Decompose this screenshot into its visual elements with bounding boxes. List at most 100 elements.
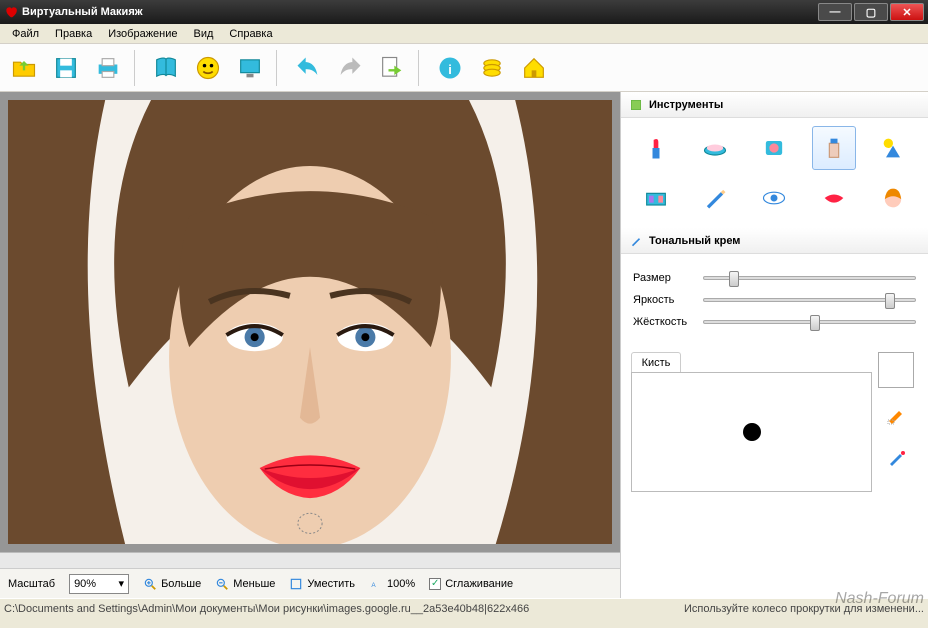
brush-small-icon bbox=[629, 234, 643, 248]
lipstick-tool[interactable] bbox=[634, 126, 678, 170]
menu-image[interactable]: Изображение bbox=[100, 26, 185, 42]
face-photo bbox=[8, 100, 612, 544]
lipstick-icon bbox=[642, 134, 670, 162]
info-icon: i bbox=[436, 54, 464, 82]
blush-icon bbox=[760, 134, 788, 162]
redo-button[interactable] bbox=[330, 48, 370, 88]
eyeshadow-icon bbox=[642, 184, 670, 212]
eyeshadow-tool[interactable] bbox=[634, 176, 678, 220]
book-button[interactable] bbox=[146, 48, 186, 88]
app-heart-icon bbox=[4, 5, 18, 19]
brush-preview[interactable] bbox=[631, 372, 872, 492]
screen-icon bbox=[236, 54, 264, 82]
color-swatch[interactable] bbox=[878, 352, 914, 388]
screen-button[interactable] bbox=[230, 48, 270, 88]
undo-icon bbox=[294, 54, 322, 82]
brightness-slider[interactable] bbox=[703, 298, 916, 302]
print-icon bbox=[94, 54, 122, 82]
brush-panel: Кисть bbox=[621, 346, 928, 598]
save-icon bbox=[52, 54, 80, 82]
book-icon bbox=[152, 54, 180, 82]
tools-panel-header: Инструменты bbox=[621, 92, 928, 118]
size-label: Размер bbox=[633, 272, 693, 284]
tools-grid bbox=[621, 118, 928, 228]
zoom-100-button[interactable]: A100% bbox=[369, 577, 415, 591]
tan-icon bbox=[879, 134, 907, 162]
status-hint: Используйте колесо прокрутки для изменен… bbox=[684, 603, 924, 615]
lips-tool[interactable] bbox=[812, 176, 856, 220]
eyedropper-icon bbox=[884, 446, 908, 470]
zoom-fit-button[interactable]: Уместить bbox=[289, 577, 355, 591]
svg-text:i: i bbox=[448, 61, 452, 76]
tan-tool[interactable] bbox=[871, 126, 915, 170]
apply-brush-button[interactable] bbox=[878, 396, 914, 432]
hardness-slider[interactable] bbox=[703, 320, 916, 324]
window-title: Виртуальный Макияж bbox=[22, 6, 818, 18]
powder-icon bbox=[701, 134, 729, 162]
svg-text:A: A bbox=[371, 581, 376, 588]
size-slider[interactable] bbox=[703, 276, 916, 280]
undo-button[interactable] bbox=[288, 48, 328, 88]
lips-icon bbox=[820, 184, 848, 212]
zoom-less-button[interactable]: Меньше bbox=[215, 577, 275, 591]
canvas-area: Масштаб 90% ▾ Больше Меньше Уместить A10… bbox=[0, 92, 620, 598]
fit-icon bbox=[289, 577, 303, 591]
status-path: C:\Documents and Settings\Admin\Мои доку… bbox=[4, 603, 529, 615]
close-button[interactable]: ✕ bbox=[890, 3, 924, 21]
redo-icon bbox=[336, 54, 364, 82]
powder-tool[interactable] bbox=[693, 126, 737, 170]
menu-file[interactable]: Файл bbox=[4, 26, 47, 42]
pencil-icon bbox=[701, 184, 729, 212]
zoom-in-icon bbox=[143, 577, 157, 591]
pencil-tool[interactable] bbox=[693, 176, 737, 220]
print-button[interactable] bbox=[88, 48, 128, 88]
blush-tool[interactable] bbox=[752, 126, 796, 170]
eye-icon bbox=[760, 184, 788, 212]
statusbar: C:\Documents and Settings\Admin\Мои доку… bbox=[0, 598, 928, 618]
current-tool-header: Тональный крем bbox=[621, 228, 928, 254]
paintbrush-icon bbox=[884, 402, 908, 426]
brush-dot bbox=[743, 423, 761, 441]
zoom-combo[interactable]: 90% ▾ bbox=[69, 574, 129, 594]
smoothing-checkbox[interactable]: ✓Сглаживание bbox=[429, 578, 513, 590]
image-canvas[interactable] bbox=[8, 100, 612, 544]
minimize-button[interactable]: — bbox=[818, 3, 852, 21]
percent-icon: A bbox=[369, 577, 383, 591]
horizontal-scrollbar[interactable] bbox=[0, 552, 620, 568]
coins-icon bbox=[478, 54, 506, 82]
home-button[interactable] bbox=[514, 48, 554, 88]
hair-icon bbox=[879, 184, 907, 212]
menubar: Файл Правка Изображение Вид Справка bbox=[0, 24, 928, 44]
export-button[interactable] bbox=[372, 48, 412, 88]
zoom-label: Масштаб bbox=[8, 578, 55, 590]
menu-edit[interactable]: Правка bbox=[47, 26, 100, 42]
smiley-button[interactable] bbox=[188, 48, 228, 88]
zoom-out-icon bbox=[215, 577, 229, 591]
save-button[interactable] bbox=[46, 48, 86, 88]
sidebar: Инструменты Тональный крем Размер Яркос bbox=[620, 92, 928, 598]
brush-tab[interactable]: Кисть bbox=[631, 352, 681, 372]
sliders-panel: Размер Яркость Жёсткость bbox=[621, 254, 928, 346]
export-icon bbox=[378, 54, 406, 82]
foundation-tool[interactable] bbox=[812, 126, 856, 170]
menu-view[interactable]: Вид bbox=[186, 26, 222, 42]
open-icon bbox=[10, 54, 38, 82]
hardness-label: Жёсткость bbox=[633, 316, 693, 328]
zoom-more-button[interactable]: Больше bbox=[143, 577, 201, 591]
smiley-icon bbox=[194, 54, 222, 82]
info-button[interactable]: i bbox=[430, 48, 470, 88]
eyedropper-button[interactable] bbox=[878, 440, 914, 476]
maximize-button[interactable]: ▢ bbox=[854, 3, 888, 21]
main-toolbar: i bbox=[0, 44, 928, 92]
chevron-down-icon: ▾ bbox=[119, 577, 125, 590]
check-icon: ✓ bbox=[429, 578, 441, 590]
hair-tool[interactable] bbox=[871, 176, 915, 220]
eye-tool[interactable] bbox=[752, 176, 796, 220]
home-icon bbox=[520, 54, 548, 82]
menu-help[interactable]: Справка bbox=[221, 26, 280, 42]
zoom-bar: Масштаб 90% ▾ Больше Меньше Уместить A10… bbox=[0, 568, 620, 598]
foundation-icon bbox=[820, 134, 848, 162]
coins-button[interactable] bbox=[472, 48, 512, 88]
palette-icon bbox=[629, 98, 643, 112]
open-button[interactable] bbox=[4, 48, 44, 88]
